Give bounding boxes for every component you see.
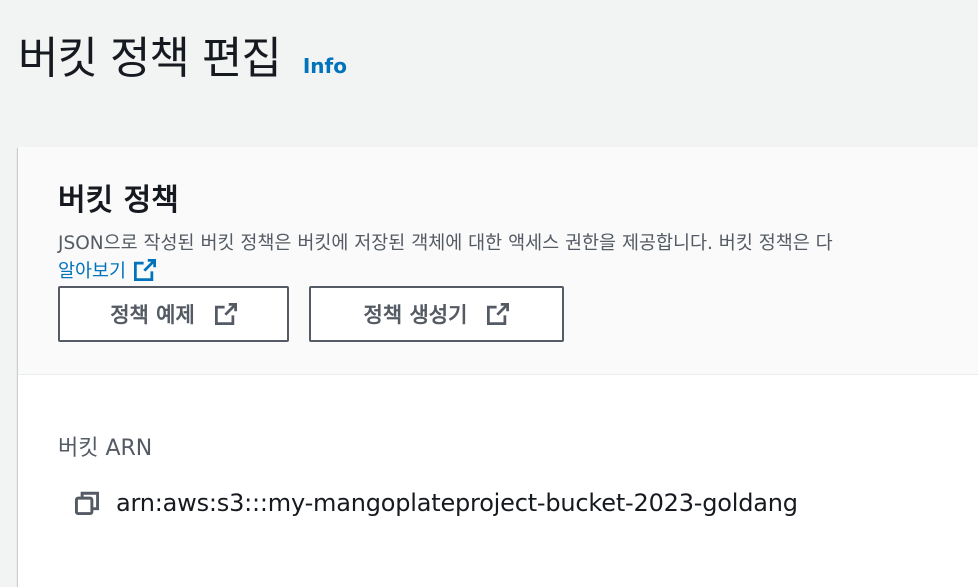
section-title: 버킷 정책 [58,183,179,218]
section-description: JSON으로 작성된 버킷 정책은 버킷에 저장된 객체에 대한 액세스 권한을… [58,233,833,254]
learn-more-label: 알아보기 [58,261,127,282]
bucket-policy-container: 버킷 정책 JSON으로 작성된 버킷 정책은 버킷에 저장된 객체에 대한 액… [18,147,978,587]
bucket-policy-header: 버킷 정책 JSON으로 작성된 버킷 정책은 버킷에 저장된 객체에 대한 액… [18,147,978,375]
info-link[interactable]: Info [303,54,347,78]
page-header: 버킷 정책 편집 Info [18,22,347,86]
learn-more-link[interactable]: 알아보기 [58,257,157,283]
policy-generator-button[interactable]: 정책 생성기 [309,286,564,342]
external-link-icon [134,259,157,281]
external-link-icon [214,303,237,325]
bucket-arn-row: arn:aws:s3:::my-mangoplateproject-bucket… [74,489,798,517]
policy-examples-button[interactable]: 정책 예제 [58,286,289,342]
page-title: 버킷 정책 편집 [18,33,282,84]
policy-generator-label: 정책 생성기 [363,303,468,327]
policy-examples-label: 정책 예제 [110,303,195,327]
external-link-icon [487,303,510,325]
bucket-arn-label: 버킷 ARN [58,436,153,461]
bucket-arn-value: arn:aws:s3:::my-mangoplateproject-bucket… [116,489,798,517]
copy-icon[interactable] [74,490,100,516]
